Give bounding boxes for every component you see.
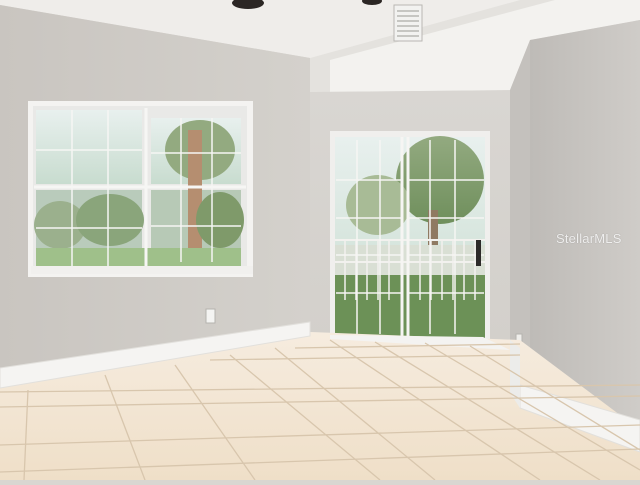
room-photo: StellarMLS [0,0,640,481]
watermark-text: StellarMLS [556,231,622,246]
right-wall-return [510,40,530,362]
window [28,101,253,277]
sliding-door [330,131,490,343]
room-illustration [0,0,640,481]
wall-outlet [205,308,216,324]
